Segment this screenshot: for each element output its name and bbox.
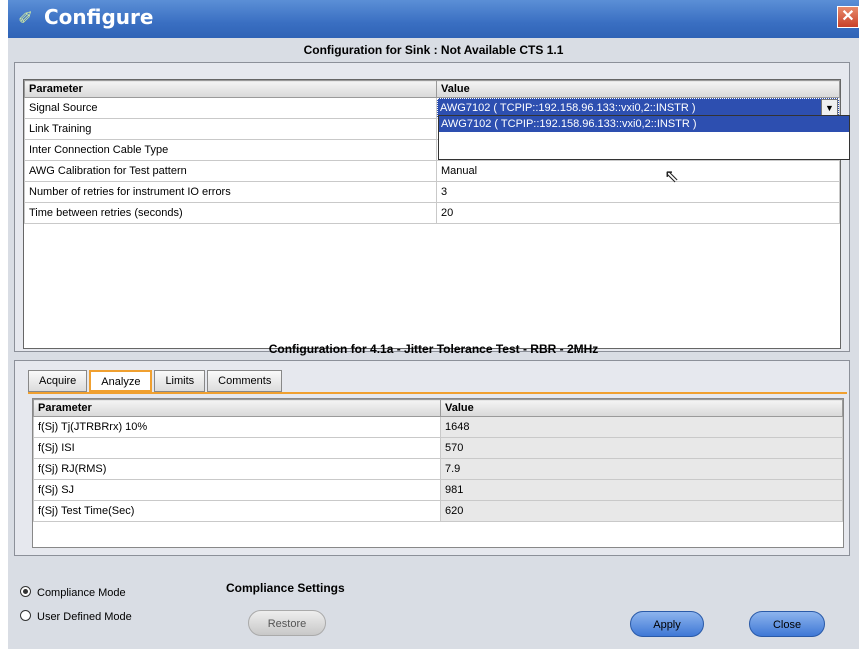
compliance-mode-label: Compliance Mode	[37, 587, 126, 599]
dropdown-option[interactable]: AWG7102 ( TCPIP::192.158.96.133::vxi0,2:…	[439, 116, 849, 132]
value-cell: 981	[440, 479, 843, 501]
column-header-parameter: Parameter	[24, 80, 437, 98]
signal-source-value: AWG7102 ( TCPIP::192.158.96.133::vxi0,2:…	[440, 102, 696, 114]
analyze-table: Parameter Value f(Sj) Tj(JTRBRrx) 10% 16…	[33, 399, 843, 522]
column-header-value: Value	[440, 399, 843, 417]
value-cell: 620	[440, 500, 843, 522]
param-cell: f(Sj) RJ(RMS)	[33, 458, 441, 480]
column-header-value: Value	[436, 80, 840, 98]
table-row: f(Sj) SJ 981	[33, 479, 843, 501]
radio-unselected-icon	[20, 610, 31, 621]
configure-icon: ✐	[18, 8, 34, 28]
param-cell: f(Sj) ISI	[33, 437, 441, 459]
table-row: AWG Calibration for Test pattern Manual	[24, 160, 840, 182]
dialog-body: Configuration for Sink : Not Available C…	[8, 38, 859, 649]
tab-acquire[interactable]: Acquire	[28, 370, 88, 392]
test-config-title: Configuration for 4.1a - Jitter Toleranc…	[268, 342, 599, 356]
signal-source-dropdown-list: AWG7102 ( TCPIP::192.158.96.133::vxi0,2:…	[438, 115, 850, 160]
radio-selected-icon	[20, 586, 31, 597]
sink-config-title: Configuration for Sink : Not Available C…	[303, 43, 564, 57]
compliance-settings-title: Compliance Settings	[226, 581, 345, 595]
value-cell: 7.9	[440, 458, 843, 480]
mouse-cursor-icon: ⇖	[664, 166, 680, 186]
tab-limits[interactable]: Limits	[154, 370, 206, 392]
compliance-mode-radio[interactable]: Compliance Mode	[20, 586, 126, 599]
test-config-tabs: Acquire Analyze Limits Comments	[28, 370, 284, 392]
table-row: f(Sj) Tj(JTRBRrx) 10% 1648	[33, 416, 843, 438]
tab-strip-border	[28, 392, 847, 394]
param-cell: f(Sj) Test Time(Sec)	[33, 500, 441, 522]
table-row: f(Sj) RJ(RMS) 7.9	[33, 458, 843, 480]
param-cell: f(Sj) SJ	[33, 479, 441, 501]
value-cell: 570	[440, 437, 843, 459]
sink-config-panel: Parameter Value Signal Source AWG7102 ( …	[14, 62, 850, 352]
restore-button[interactable]: Restore	[248, 610, 326, 636]
user-defined-mode-radio[interactable]: User Defined Mode	[20, 610, 132, 623]
table-row: Number of retries for instrument IO erro…	[24, 181, 840, 203]
param-cell: AWG Calibration for Test pattern	[24, 160, 437, 182]
close-button[interactable]: Close	[749, 611, 825, 637]
param-cell: Link Training	[24, 118, 437, 140]
table-row: Time between retries (seconds) 20	[24, 202, 840, 224]
value-cell[interactable]: 20	[436, 202, 840, 224]
table-row: f(Sj) Test Time(Sec) 620	[33, 500, 843, 522]
param-cell: Inter Connection Cable Type	[24, 139, 437, 161]
param-cell: Number of retries for instrument IO erro…	[24, 181, 437, 203]
table-row: f(Sj) ISI 570	[33, 437, 843, 459]
close-icon[interactable]: ✕	[837, 6, 859, 28]
tab-comments[interactable]: Comments	[207, 370, 283, 392]
column-header-parameter: Parameter	[33, 399, 441, 417]
param-cell: Time between retries (seconds)	[24, 202, 437, 224]
value-cell: 1648	[440, 416, 843, 438]
value-cell[interactable]: 3	[436, 181, 840, 203]
param-cell: Signal Source	[24, 97, 437, 119]
window-title: Configure	[44, 5, 154, 29]
param-cell: f(Sj) Tj(JTRBRrx) 10%	[33, 416, 441, 438]
title-bar: ✐ Configure ✕	[8, 0, 859, 38]
value-cell[interactable]: Manual	[436, 160, 840, 182]
analyze-table-container: Parameter Value f(Sj) Tj(JTRBRrx) 10% 16…	[32, 398, 844, 548]
apply-button[interactable]: Apply	[630, 611, 704, 637]
tab-analyze[interactable]: Analyze	[89, 370, 153, 392]
user-defined-mode-label: User Defined Mode	[37, 611, 132, 623]
